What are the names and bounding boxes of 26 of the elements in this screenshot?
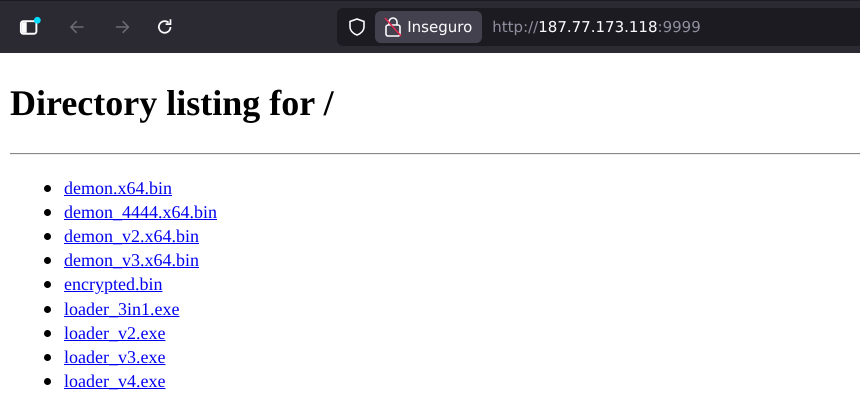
bullet-icon	[44, 330, 51, 337]
file-link[interactable]: demon_v2.x64.bin	[64, 226, 199, 247]
bullet-icon	[44, 184, 51, 192]
file-link[interactable]: loader_3in1.exe	[64, 298, 180, 320]
file-link[interactable]: demon_4444.x64.bin	[64, 202, 217, 223]
shield-icon[interactable]	[347, 17, 368, 37]
address-bar[interactable]: Inseguro http://187.77.173.118:9999	[337, 8, 860, 46]
file-link[interactable]: demon_v3.x64.bin	[64, 250, 199, 272]
file-link[interactable]: loader_v4.exe	[64, 371, 166, 392]
bullet-icon	[44, 306, 51, 313]
bullet-icon	[44, 354, 51, 361]
bullet-icon	[44, 257, 51, 264]
broken-lock-icon	[383, 16, 404, 38]
file-link[interactable]: loader_v2.exe	[64, 322, 166, 344]
file-link[interactable]: loader_v3.exe	[64, 346, 166, 368]
bullet-icon	[44, 232, 51, 240]
url-scheme: http://	[492, 18, 538, 36]
page-heading: Directory listing for /	[10, 82, 335, 124]
bullet-icon	[44, 378, 51, 386]
file-link[interactable]: encrypted.bin	[64, 274, 162, 296]
url-host: 187.77.173.118	[538, 18, 658, 36]
url-port: :9999	[658, 18, 701, 36]
bullet-icon	[44, 281, 51, 288]
security-button[interactable]: Inseguro	[375, 11, 482, 43]
file-link[interactable]: demon.x64.bin	[64, 178, 172, 199]
bullet-icon	[44, 208, 51, 216]
